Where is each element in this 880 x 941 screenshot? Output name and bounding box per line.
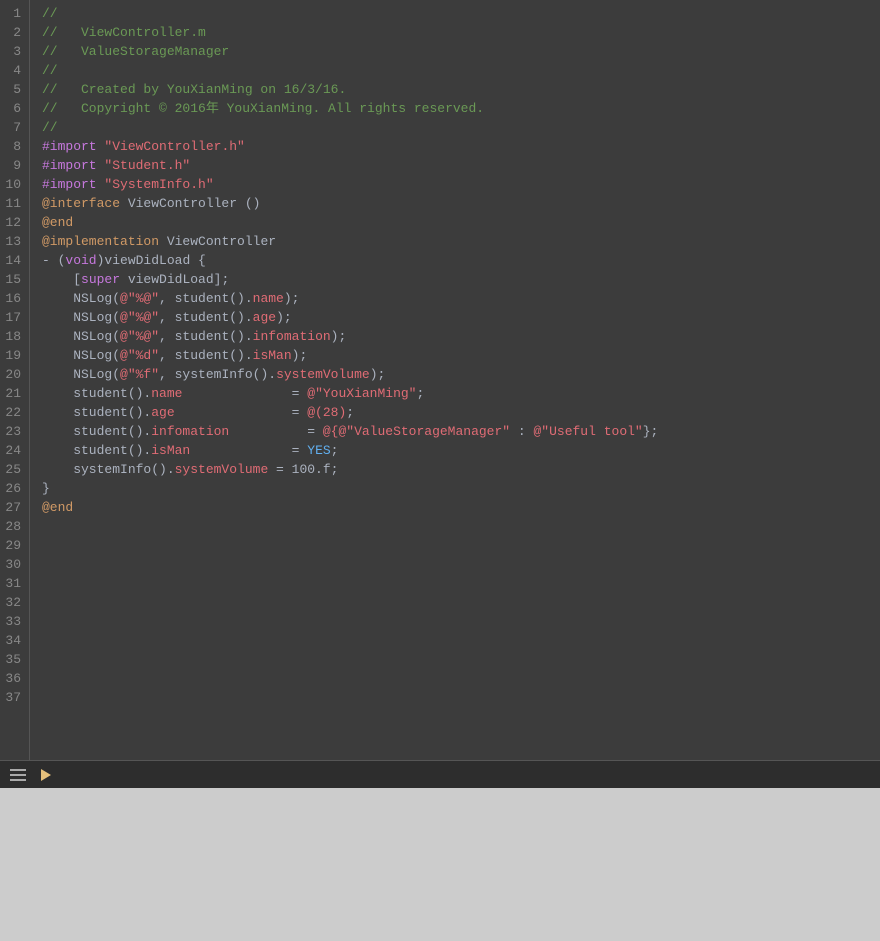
toolbar — [0, 760, 880, 788]
line-number: 34 — [4, 631, 21, 650]
code-line: #import "Student.h" — [42, 156, 880, 175]
line-number: 18 — [4, 327, 21, 346]
line-number: 20 — [4, 365, 21, 384]
code-editor: 1234567891011121314151617181920212223242… — [0, 0, 880, 788]
line-number: 27 — [4, 498, 21, 517]
code-line: - (void)viewDidLoad { — [42, 251, 880, 270]
line-number: 31 — [4, 574, 21, 593]
code-line: NSLog(@"%f", systemInfo().systemVolume); — [42, 365, 880, 384]
code-line: @end — [42, 498, 880, 517]
line-number: 9 — [4, 156, 21, 175]
line-number: 11 — [4, 194, 21, 213]
line-number: 26 — [4, 479, 21, 498]
code-line: // Copyright © 2016年 YouXianMing. All ri… — [42, 99, 880, 118]
line-number: 13 — [4, 232, 21, 251]
line-number: 7 — [4, 118, 21, 137]
line-number: 23 — [4, 422, 21, 441]
code-line: student().name = @"YouXianMing"; — [42, 384, 880, 403]
line-number: 2 — [4, 23, 21, 42]
code-line: @interface ViewController () — [42, 194, 880, 213]
code-line: NSLog(@"%d", student().isMan); — [42, 346, 880, 365]
menu-icon[interactable] — [8, 767, 28, 783]
line-number: 30 — [4, 555, 21, 574]
code-line: // — [42, 4, 880, 23]
line-number: 19 — [4, 346, 21, 365]
line-number: 14 — [4, 251, 21, 270]
line-number: 1 — [4, 4, 21, 23]
line-number: 4 — [4, 61, 21, 80]
code-line: // Created by YouXianMing on 16/3/16. — [42, 80, 880, 99]
line-number: 12 — [4, 213, 21, 232]
line-number: 28 — [4, 517, 21, 536]
line-number: 16 — [4, 289, 21, 308]
line-number: 36 — [4, 669, 21, 688]
code-line: // — [42, 61, 880, 80]
code-line: NSLog(@"%@", student().name); — [42, 289, 880, 308]
line-numbers: 1234567891011121314151617181920212223242… — [0, 0, 30, 760]
line-number: 25 — [4, 460, 21, 479]
code-line: student().isMan = YES; — [42, 441, 880, 460]
code-line: [super viewDidLoad]; — [42, 270, 880, 289]
line-number: 3 — [4, 42, 21, 61]
code-content[interactable]: //// ViewController.m// ValueStorageMana… — [30, 0, 880, 760]
line-number: 5 — [4, 80, 21, 99]
code-line: @implementation ViewController — [42, 232, 880, 251]
code-line: #import "SystemInfo.h" — [42, 175, 880, 194]
code-line: student().age = @(28); — [42, 403, 880, 422]
line-number: 35 — [4, 650, 21, 669]
code-line: #import "ViewController.h" — [42, 137, 880, 156]
line-number: 17 — [4, 308, 21, 327]
bottom-area — [0, 788, 880, 941]
code-line: // ValueStorageManager — [42, 42, 880, 61]
code-line: // — [42, 118, 880, 137]
line-number: 10 — [4, 175, 21, 194]
line-number: 33 — [4, 612, 21, 631]
code-line: // ViewController.m — [42, 23, 880, 42]
code-area: 1234567891011121314151617181920212223242… — [0, 0, 880, 760]
line-number: 37 — [4, 688, 21, 707]
line-number: 22 — [4, 403, 21, 422]
play-icon[interactable] — [36, 767, 56, 783]
line-number: 29 — [4, 536, 21, 555]
line-number: 15 — [4, 270, 21, 289]
code-line: NSLog(@"%@", student().infomation); — [42, 327, 880, 346]
code-line: @end — [42, 213, 880, 232]
code-line: } — [42, 479, 880, 498]
line-number: 8 — [4, 137, 21, 156]
line-number: 6 — [4, 99, 21, 118]
line-number: 21 — [4, 384, 21, 403]
code-line: student().infomation = @{@"ValueStorageM… — [42, 422, 880, 441]
line-number: 32 — [4, 593, 21, 612]
code-line: NSLog(@"%@", student().age); — [42, 308, 880, 327]
code-line: systemInfo().systemVolume = 100.f; — [42, 460, 880, 479]
line-number: 24 — [4, 441, 21, 460]
